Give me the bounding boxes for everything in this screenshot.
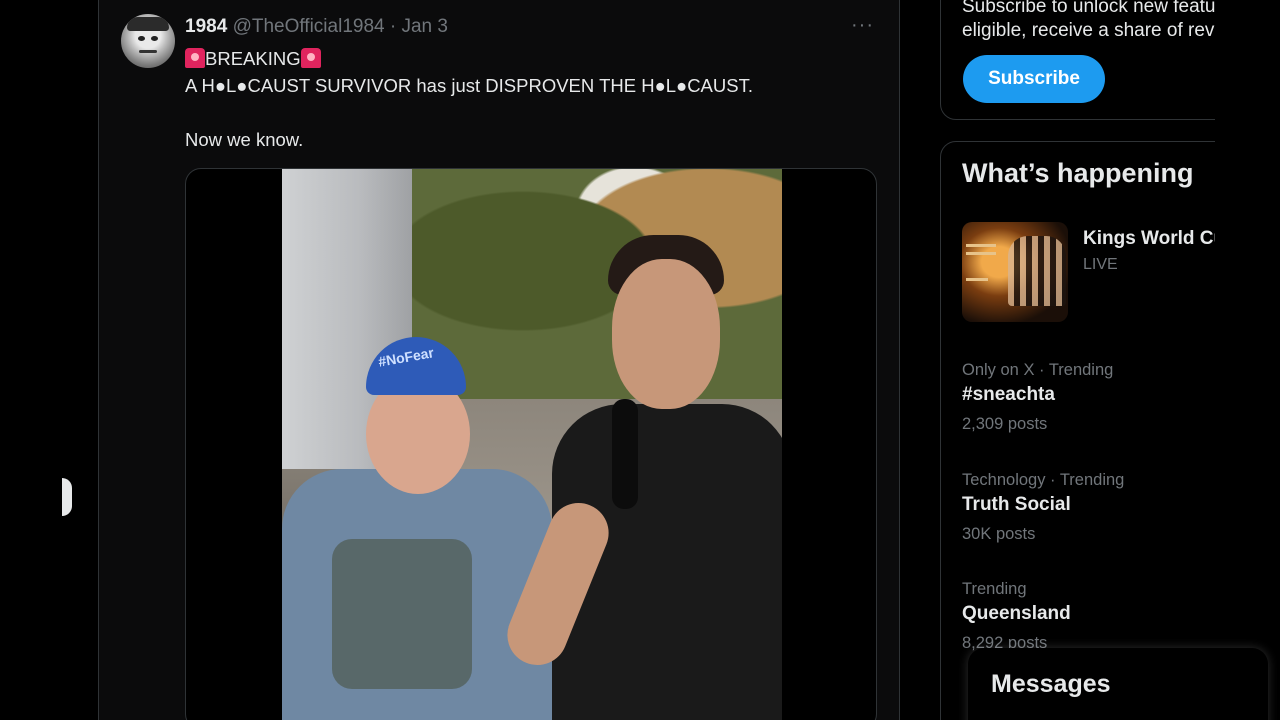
video-shirt-print	[332, 539, 472, 689]
left-gutter	[0, 0, 98, 720]
thumb-text-line	[966, 278, 988, 281]
right-sidebar: Subscribe to unlock new features and if …	[940, 0, 1215, 720]
trend-count: 2,309 posts	[962, 415, 1048, 433]
trend-meta: Only on X · Trending	[962, 361, 1114, 379]
live-badge: LIVE	[1083, 256, 1118, 273]
live-event-thumbnail[interactable]	[962, 222, 1068, 322]
media-frame[interactable]: #NoFear	[185, 168, 877, 720]
premium-card: Subscribe to unlock new features and if …	[940, 0, 1215, 120]
more-options-icon[interactable]: ···	[851, 14, 874, 37]
trend-meta: Technology · Trending	[962, 471, 1125, 489]
breaking-label: BREAKING	[205, 48, 301, 69]
tweet-line-closing: Now we know.	[185, 129, 304, 150]
whats-happening-title: What’s happening	[962, 158, 1194, 188]
siren-icon	[185, 48, 205, 68]
thumb-people	[1008, 236, 1066, 306]
tweet-line-main: A H●L●CAUST SURVIVOR has just DISPROVEN …	[185, 75, 753, 96]
separator: ·	[389, 16, 397, 37]
tweet[interactable]: 1984 @TheOfficial1984 · Jan 3 ··· BREAKI…	[99, 0, 899, 720]
video-person-right-head	[612, 259, 720, 409]
whats-happening-card: What’s happening Kings World Cup LIVE On…	[940, 141, 1215, 720]
avatar[interactable]	[121, 14, 175, 68]
avatar-hair	[127, 17, 169, 31]
subscribe-button[interactable]: Subscribe	[963, 55, 1105, 103]
thumb-text-line	[966, 244, 996, 247]
handle[interactable]: @TheOfficial1984	[233, 16, 385, 37]
thumb-text-line	[966, 252, 996, 255]
siren-icon	[300, 48, 321, 68]
tweet-date[interactable]: Jan 3	[401, 16, 447, 37]
page: 1984 @TheOfficial1984 · Jan 3 ··· BREAKI…	[0, 0, 1280, 720]
messages-title[interactable]: Messages	[991, 670, 1111, 699]
premium-text-line1: Subscribe to unlock new features and if	[962, 0, 1215, 17]
timeline-column: 1984 @TheOfficial1984 · Jan 3 ··· BREAKI…	[98, 0, 900, 720]
trend-count: 30K posts	[962, 525, 1036, 543]
tweet-header: 1984 @TheOfficial1984 · Jan 3	[185, 16, 448, 38]
avatar-mouth	[139, 50, 157, 53]
premium-description: Subscribe to unlock new features and if …	[962, 0, 1215, 43]
left-nav-edge-icon[interactable]	[62, 478, 72, 516]
premium-text-line2: eligible, receive a share of revenue.	[962, 20, 1215, 41]
trend-item[interactable]: Trending Queensland 8,292 posts	[962, 579, 1215, 657]
live-event-title[interactable]: Kings World Cup	[1083, 228, 1215, 250]
video-microphone	[612, 399, 638, 509]
display-name[interactable]: 1984	[185, 16, 227, 37]
avatar-eye	[138, 36, 145, 41]
video-trees	[412, 169, 782, 399]
messages-drawer[interactable]: Messages	[968, 648, 1268, 720]
trend-meta: Trending	[962, 580, 1027, 598]
tweet-text: BREAKING A H●L●CAUST SURVIVOR has just D…	[185, 45, 865, 153]
avatar-eye	[151, 36, 158, 41]
tweet-line-breaking: BREAKING	[185, 45, 865, 72]
trend-item[interactable]: Technology · Trending Truth Social 30K p…	[962, 470, 1215, 548]
trend-name: #sneachta	[962, 384, 1055, 405]
trend-item[interactable]: Only on X · Trending #sneachta 2,309 pos…	[962, 360, 1215, 438]
video-player[interactable]: #NoFear	[282, 169, 782, 720]
trend-name: Queensland	[962, 603, 1071, 624]
right-edge	[1215, 0, 1280, 720]
trend-name: Truth Social	[962, 494, 1071, 515]
